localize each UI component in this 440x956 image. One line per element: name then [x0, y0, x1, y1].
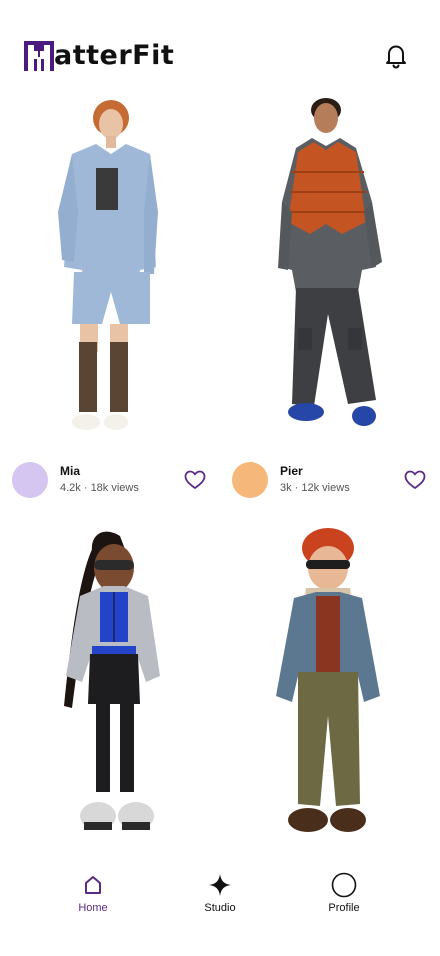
sparkle-icon	[209, 874, 231, 896]
app-header: atterFit	[0, 0, 440, 100]
post-stats: 4.2k · 18k views	[60, 482, 139, 494]
bell-icon[interactable]	[384, 43, 408, 69]
outfit-photo-figure	[276, 528, 380, 832]
nav-home-label: Home	[78, 902, 108, 914]
avatar[interactable]	[232, 462, 268, 498]
outfit-photo[interactable]	[220, 526, 440, 856]
outfit-photo-figure	[58, 100, 158, 430]
post-card[interactable]	[0, 526, 220, 856]
post-meta: Mia 4.2k · 18k views	[12, 460, 218, 500]
outfit-photo[interactable]	[0, 526, 220, 856]
post-meta: Pier 3k · 12k views	[232, 460, 438, 500]
outfit-photo[interactable]	[220, 92, 440, 444]
post-card[interactable]	[220, 526, 440, 856]
nav-home[interactable]: Home	[48, 872, 138, 914]
nav-profile[interactable]: Profile	[299, 872, 389, 914]
heart-icon[interactable]	[404, 470, 426, 490]
logo-text: atterFit	[54, 40, 175, 71]
logo-mark-icon	[24, 41, 54, 71]
outfit-photo[interactable]	[0, 92, 220, 444]
outfit-photo-figure	[278, 98, 382, 426]
nav-studio-label: Studio	[204, 902, 236, 914]
heart-icon[interactable]	[184, 470, 206, 490]
post-card[interactable]: Pier 3k · 12k views	[220, 92, 440, 512]
post-stats: 3k · 12k views	[280, 482, 350, 494]
profile-circle-icon	[331, 872, 357, 898]
bottom-nav: Home Studio Profile	[0, 856, 440, 956]
outfit-photo-figure	[64, 531, 160, 830]
post-card[interactable]: Mia 4.2k · 18k views	[0, 92, 220, 512]
avatar[interactable]	[12, 462, 48, 498]
nav-studio[interactable]: Studio	[175, 872, 265, 914]
nav-profile-label: Profile	[328, 902, 360, 914]
creator-name[interactable]: Mia	[60, 464, 80, 478]
app-logo[interactable]: atterFit	[24, 40, 174, 72]
home-icon	[85, 876, 101, 894]
creator-name[interactable]: Pier	[280, 464, 303, 478]
